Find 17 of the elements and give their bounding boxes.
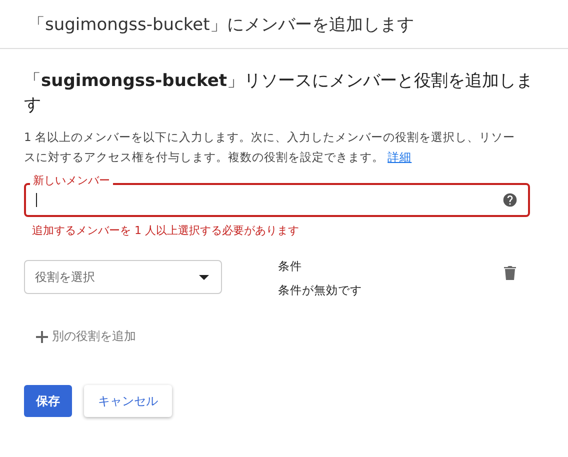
add-role-button[interactable]: 別の役割を追加 <box>36 328 136 345</box>
field-label: 新しいメンバー <box>30 174 113 188</box>
section-heading: 「sugimongss-bucket」リソースにメンバーと役割を追加します <box>24 70 534 117</box>
role-select[interactable]: 役割を選択 <box>24 260 222 294</box>
member-input-field[interactable]: 新しいメンバー <box>24 174 530 217</box>
dropdown-arrow-icon <box>199 274 209 280</box>
cancel-button[interactable]: キャンセル <box>84 385 172 417</box>
plus-icon <box>36 330 48 342</box>
condition-label: 条件 <box>278 258 303 274</box>
dialog-title: 「sugimongss-bucket」にメンバーを追加します <box>28 14 414 36</box>
trash-icon[interactable] <box>504 266 516 280</box>
save-button[interactable]: 保存 <box>24 385 72 417</box>
description-text: 1 名以上のメンバーを以下に入力します。次に、入力したメンバーの役割を選択し、リソースに対するアクセス権を付与します。複数の役割を設定できます。 詳細 <box>24 129 516 166</box>
error-message: 追加するメンバーを 1 人以上選択する必要があります <box>32 223 300 238</box>
condition-value: 条件が無効です <box>278 282 363 298</box>
details-link[interactable]: 詳細 <box>388 150 412 164</box>
help-icon[interactable] <box>502 192 518 208</box>
